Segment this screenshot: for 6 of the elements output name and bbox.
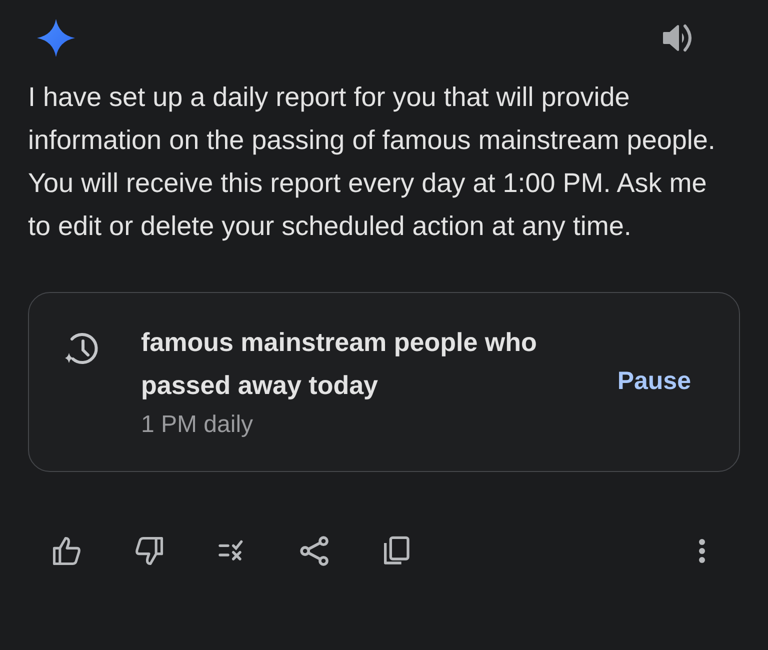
schedule-text: 1 PM daily [141, 410, 254, 440]
message-text: I have set up a daily report for you that will provide information on the passing of famous mainstream people. You will receive this report every day at 1:00 PM. Ask me to edit or delete your scheduled action at any time. [28, 81, 716, 243]
pause-button[interactable]: Pause [617, 363, 691, 401]
more-icon[interactable] [698, 538, 706, 564]
sparkle-icon [36, 18, 76, 58]
action-title: famous mainstream people who passed away today [141, 326, 538, 402]
